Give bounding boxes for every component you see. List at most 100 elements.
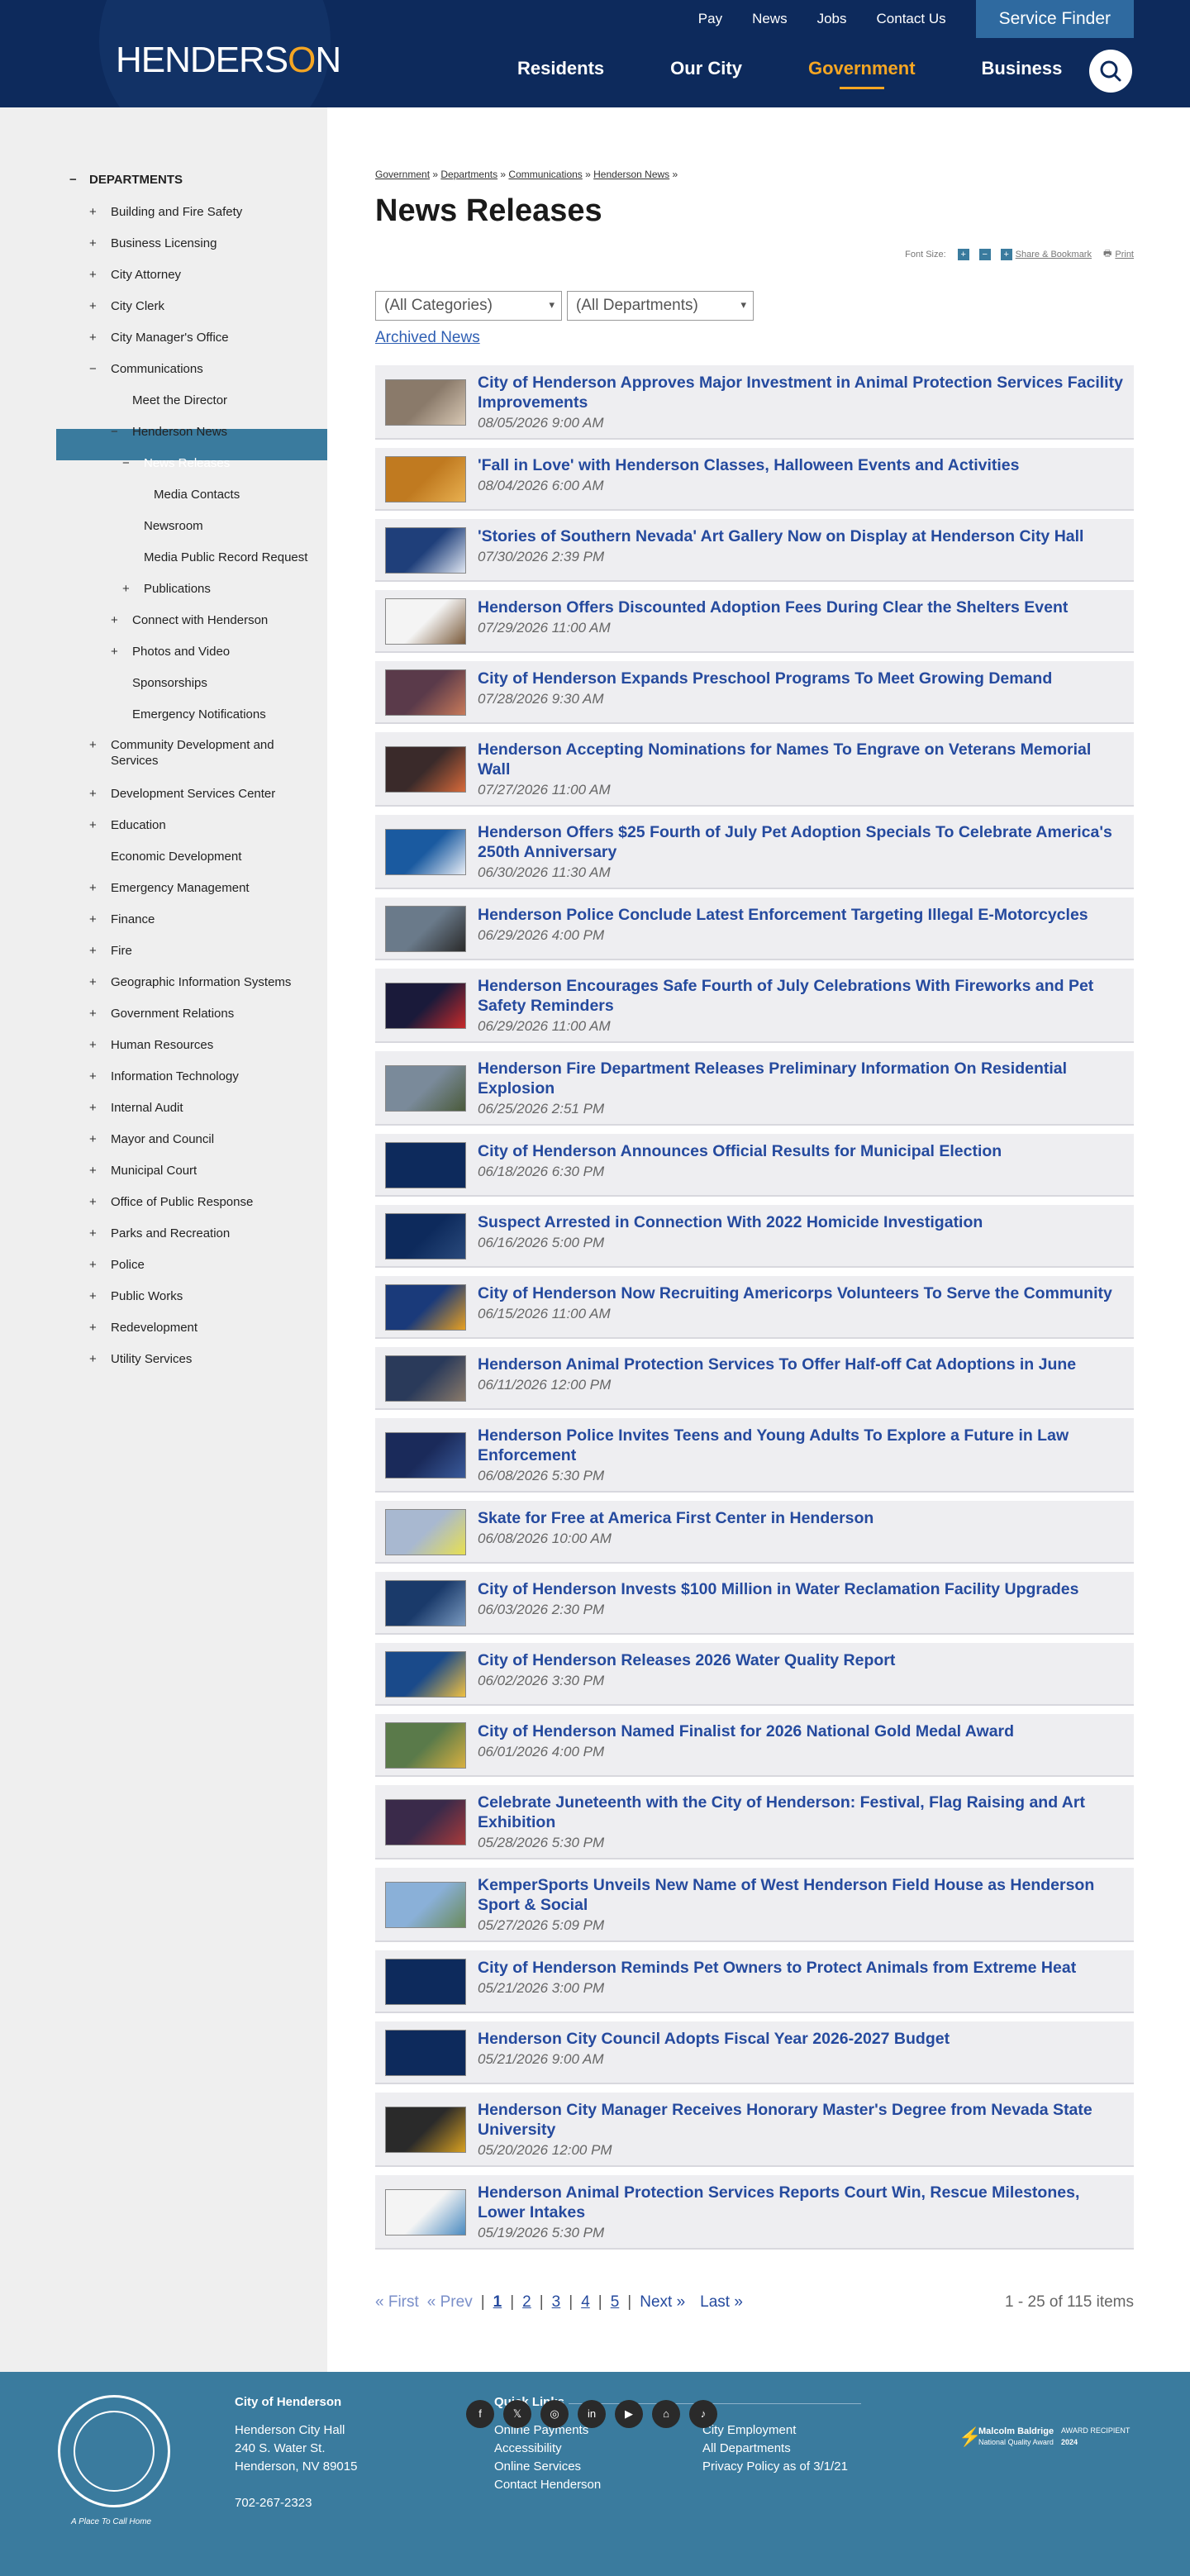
collapse-icon[interactable]: − bbox=[122, 455, 130, 471]
news-item[interactable]: Suspect Arrested in Connection With 2022… bbox=[375, 1205, 1134, 1268]
news-item[interactable]: City of Henderson Announces Official Res… bbox=[375, 1134, 1134, 1197]
breadcrumb-communications[interactable]: Communications bbox=[508, 169, 582, 180]
news-title-link[interactable]: Henderson Encourages Safe Fourth of July… bbox=[478, 976, 1126, 1016]
news-thumbnail[interactable] bbox=[385, 1509, 466, 1555]
news-title-link[interactable]: Henderson Police Conclude Latest Enforce… bbox=[478, 905, 1126, 925]
expand-icon[interactable]: + bbox=[89, 1037, 97, 1053]
news-thumbnail[interactable] bbox=[385, 2030, 466, 2076]
sidebar-item[interactable]: + City Clerk bbox=[89, 298, 322, 314]
sidebar-item[interactable]: Economic Development bbox=[111, 849, 322, 864]
nav-business[interactable]: Business bbox=[982, 58, 1063, 79]
sidebar-item[interactable]: − DEPARTMENTS bbox=[69, 172, 322, 188]
expand-icon[interactable]: + bbox=[89, 974, 97, 990]
news-item[interactable]: City of Henderson Approves Major Investm… bbox=[375, 365, 1134, 440]
footer-link-privacy[interactable]: Privacy Policy as of 3/1/21 bbox=[702, 2459, 848, 2474]
share-icon[interactable]: + bbox=[1000, 248, 1012, 260]
news-item[interactable]: Henderson Fire Department Releases Preli… bbox=[375, 1051, 1134, 1126]
category-select[interactable]: (All Categories) ▾ bbox=[375, 291, 562, 321]
expand-icon[interactable]: + bbox=[89, 786, 97, 802]
news-thumbnail[interactable] bbox=[385, 746, 466, 793]
collapse-icon[interactable]: − bbox=[69, 172, 77, 188]
news-title-link[interactable]: City of Henderson Releases 2026 Water Qu… bbox=[478, 1650, 1126, 1670]
sidebar-item[interactable]: − Henderson News bbox=[111, 424, 322, 440]
sidebar-item[interactable]: + Government Relations bbox=[89, 1006, 322, 1021]
expand-icon[interactable]: + bbox=[89, 1351, 97, 1367]
sidebar-item[interactable]: + City Manager's Office bbox=[89, 330, 322, 345]
expand-icon[interactable]: + bbox=[89, 1163, 97, 1178]
pager-next[interactable]: Next » bbox=[640, 2293, 685, 2312]
expand-icon[interactable]: + bbox=[89, 737, 97, 753]
expand-icon[interactable]: + bbox=[89, 1288, 97, 1304]
news-title-link[interactable]: Celebrate Juneteenth with the City of He… bbox=[478, 1793, 1126, 1832]
sidebar-item[interactable]: + Development Services Center bbox=[89, 786, 322, 802]
news-thumbnail[interactable] bbox=[385, 1882, 466, 1928]
news-title-link[interactable]: City of Henderson Invests $100 Million i… bbox=[478, 1579, 1126, 1599]
nextdoor-icon[interactable]: ⌂ bbox=[652, 2400, 680, 2428]
breadcrumb-henderson-news[interactable]: Henderson News bbox=[593, 169, 669, 180]
news-title-link[interactable]: KemperSports Unveils New Name of West He… bbox=[478, 1875, 1126, 1915]
sidebar-item[interactable]: − News Releases bbox=[122, 455, 322, 471]
news-thumbnail[interactable] bbox=[385, 1213, 466, 1259]
pager-page-1[interactable]: 1 bbox=[493, 2293, 502, 2312]
news-item[interactable]: Henderson Offers Discounted Adoption Fee… bbox=[375, 590, 1134, 653]
tiktok-icon[interactable]: ♪ bbox=[689, 2400, 717, 2428]
expand-icon[interactable]: + bbox=[111, 612, 118, 628]
news-thumbnail[interactable] bbox=[385, 1065, 466, 1112]
font-decrease-button[interactable]: − bbox=[978, 248, 991, 260]
utility-link-news[interactable]: News bbox=[752, 11, 788, 27]
expand-icon[interactable]: + bbox=[89, 1006, 97, 1021]
news-item[interactable]: City of Henderson Now Recruiting Americo… bbox=[375, 1276, 1134, 1339]
sidebar-item[interactable]: + Geographic Information Systems bbox=[89, 974, 322, 990]
news-title-link[interactable]: Henderson Police Invites Teens and Young… bbox=[478, 1426, 1126, 1465]
sidebar-item[interactable]: + City Attorney bbox=[89, 267, 322, 283]
news-title-link[interactable]: City of Henderson Now Recruiting Americo… bbox=[478, 1283, 1126, 1303]
news-item[interactable]: Celebrate Juneteenth with the City of He… bbox=[375, 1785, 1134, 1859]
news-thumbnail[interactable] bbox=[385, 456, 466, 502]
sidebar-item[interactable]: Emergency Notifications bbox=[132, 707, 322, 722]
breadcrumb-departments[interactable]: Departments bbox=[440, 169, 497, 180]
footer-phone[interactable]: 702-267-2323 bbox=[235, 2496, 312, 2510]
henderson-logo[interactable]: HENDERSON bbox=[116, 40, 341, 81]
expand-icon[interactable]: + bbox=[89, 880, 97, 896]
sidebar-item[interactable]: + Public Works bbox=[89, 1288, 322, 1304]
news-thumbnail[interactable] bbox=[385, 598, 466, 645]
news-item[interactable]: Henderson City Manager Receives Honorary… bbox=[375, 2093, 1134, 2167]
news-thumbnail[interactable] bbox=[385, 1142, 466, 1188]
expand-icon[interactable]: + bbox=[89, 817, 97, 833]
collapse-icon[interactable]: − bbox=[89, 361, 97, 377]
sidebar-item[interactable]: + Community Development and Services bbox=[89, 737, 322, 769]
nav-government[interactable]: Government bbox=[808, 58, 916, 89]
news-thumbnail[interactable] bbox=[385, 1284, 466, 1331]
news-item[interactable]: City of Henderson Invests $100 Million i… bbox=[375, 1572, 1134, 1635]
utility-link-contact[interactable]: Contact Us bbox=[877, 11, 946, 27]
sidebar-item[interactable]: + Office of Public Response bbox=[89, 1194, 322, 1210]
print-link[interactable]: Print bbox=[1115, 250, 1134, 260]
news-item[interactable]: KemperSports Unveils New Name of West He… bbox=[375, 1868, 1134, 1942]
footer-link-contact[interactable]: Contact Henderson bbox=[494, 2478, 601, 2492]
news-title-link[interactable]: Henderson Animal Protection Services Rep… bbox=[478, 2183, 1126, 2222]
news-item[interactable]: Henderson City Council Adopts Fiscal Yea… bbox=[375, 2021, 1134, 2084]
expand-icon[interactable]: + bbox=[89, 943, 97, 959]
service-finder-button[interactable]: Service Finder bbox=[975, 0, 1134, 38]
sidebar-item[interactable]: − Communications bbox=[89, 361, 322, 377]
x-icon[interactable]: 𝕏 bbox=[503, 2400, 531, 2428]
utility-link-jobs[interactable]: Jobs bbox=[817, 11, 847, 27]
sidebar-item[interactable]: + Redevelopment bbox=[89, 1320, 322, 1336]
news-thumbnail[interactable] bbox=[385, 1355, 466, 1402]
pager-prev[interactable]: « Prev bbox=[427, 2293, 473, 2312]
expand-icon[interactable]: + bbox=[89, 1320, 97, 1336]
utility-link-pay[interactable]: Pay bbox=[698, 11, 722, 27]
news-item[interactable]: Henderson Accepting Nominations for Name… bbox=[375, 732, 1134, 807]
expand-icon[interactable]: + bbox=[89, 1100, 97, 1116]
pager-page-2[interactable]: 2 bbox=[522, 2293, 531, 2312]
share-bookmark-link[interactable]: Share & Bookmark bbox=[1016, 250, 1092, 260]
news-item[interactable]: City of Henderson Reminds Pet Owners to … bbox=[375, 1950, 1134, 2013]
sidebar-item[interactable]: Meet the Director bbox=[132, 393, 322, 408]
news-title-link[interactable]: Henderson Accepting Nominations for Name… bbox=[478, 740, 1126, 779]
footer-link-online-services[interactable]: Online Services bbox=[494, 2459, 581, 2474]
sidebar-item[interactable]: + Internal Audit bbox=[89, 1100, 322, 1116]
expand-icon[interactable]: + bbox=[89, 236, 97, 251]
font-increase-button[interactable]: + bbox=[957, 248, 969, 260]
pager-page-5[interactable]: 5 bbox=[611, 2293, 620, 2312]
news-thumbnail[interactable] bbox=[385, 906, 466, 952]
